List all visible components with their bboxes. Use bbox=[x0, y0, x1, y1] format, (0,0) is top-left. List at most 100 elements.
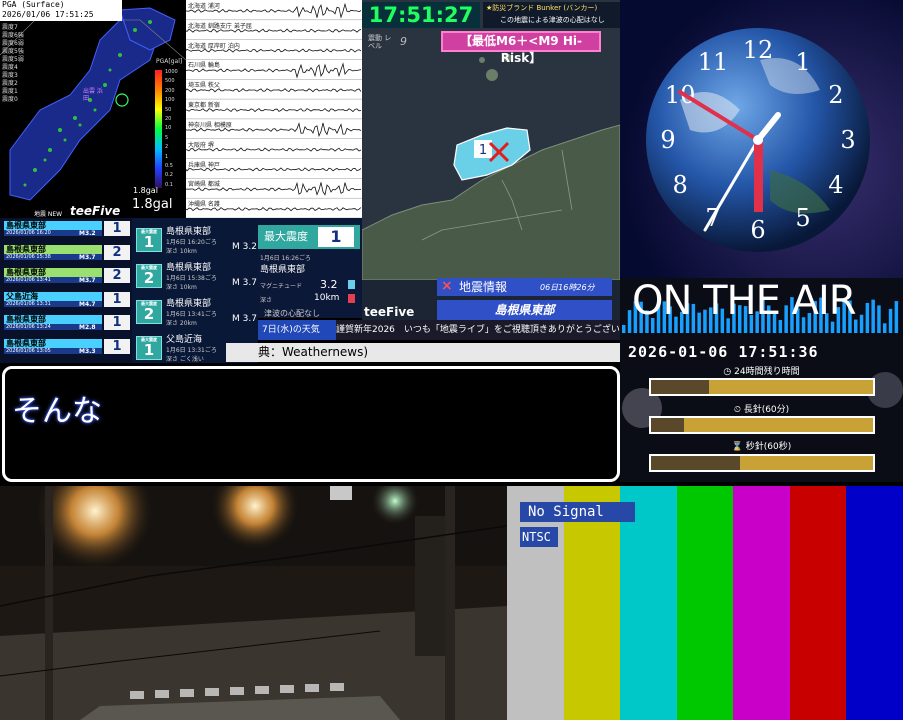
clock-numeral: 12 bbox=[743, 36, 774, 64]
sponsor-line: ★防災ブランド Bunker (バンカー) bbox=[486, 4, 598, 12]
station-label: 宮崎県 都城 bbox=[188, 181, 220, 189]
eq-info-region: 島根県東部 bbox=[437, 300, 612, 320]
scale-label: 0.2 bbox=[165, 172, 173, 179]
weather-tag: 7日(水)の天気 bbox=[258, 320, 336, 340]
magnitude-value: 3.2 bbox=[320, 278, 338, 291]
clock-numeral: 3 bbox=[840, 126, 855, 154]
pga-timestamp: 2026/01/06 17:51:25 bbox=[2, 10, 94, 19]
site-label: 出雲 浜田 bbox=[83, 88, 103, 102]
broadcast-note: ★防災ブランド Bunker (バンカー) この地震による津波の心配はなし bbox=[483, 2, 620, 28]
card-badge-value: 2 bbox=[143, 305, 155, 323]
equalizer-bar bbox=[622, 325, 626, 333]
station-label: 石川県 輪島 bbox=[188, 62, 220, 70]
scale-label: 20 bbox=[165, 116, 172, 123]
legend-item: 震度6強 bbox=[2, 32, 24, 39]
clock-numeral: 11 bbox=[698, 48, 729, 76]
clock-numeral: 6 bbox=[750, 216, 765, 244]
legend-item: 震度5強 bbox=[2, 48, 24, 55]
card-depth: 深さ 20km bbox=[166, 320, 197, 327]
history-row[interactable]: 島根県東部 2026/01/06 13:24 M2.8 1 bbox=[4, 315, 130, 331]
station-label: 神奈川県 相模原 bbox=[188, 121, 232, 129]
scale-label: 1000 bbox=[165, 69, 178, 75]
risk-badge: 【最低M6＋<M9 Hi-Risk】 bbox=[441, 31, 601, 65]
legend-item: 震度5弱 bbox=[2, 56, 24, 63]
progress-24h-fill bbox=[651, 380, 709, 394]
history-place: 島根県東部 bbox=[4, 315, 102, 324]
scale-label: 0.1 bbox=[165, 181, 173, 188]
shaking-level-label: 震動 レベル bbox=[368, 34, 392, 50]
scale-label: 50 bbox=[165, 106, 172, 113]
card-badge-label: 最大震度 bbox=[141, 265, 157, 270]
scale-label: 1 bbox=[165, 153, 169, 160]
eq-info-mark-icon: × bbox=[441, 278, 453, 294]
pga-color-scale bbox=[155, 70, 162, 188]
history-place: 島根県東部 bbox=[4, 221, 102, 230]
depth-label: 深さ bbox=[260, 297, 273, 304]
progress-second bbox=[649, 454, 875, 472]
region-brand: teeFive bbox=[364, 305, 415, 319]
scale-label: 200 bbox=[165, 87, 175, 94]
card-intensity-badge: 最大震度 1 bbox=[136, 228, 162, 252]
clock-numeral: 8 bbox=[672, 171, 687, 199]
clock-numeral: 9 bbox=[660, 126, 675, 154]
station-label: 埼玉県 秩父 bbox=[188, 82, 220, 90]
card-time: 1月6日 13:31ごろ bbox=[166, 347, 217, 354]
history-intensity: 1 bbox=[104, 221, 130, 236]
pga-title: PGA (Surface) bbox=[2, 0, 65, 9]
station-label: 沖縄県 名護 bbox=[188, 201, 220, 209]
card-depth: 深さ 10km bbox=[166, 248, 197, 255]
quake-card[interactable]: 最大震度 2 島根県東部 1月6日 15:38ごろ 深さ 10km M 3.7 bbox=[132, 260, 258, 294]
caption-text: そんな bbox=[12, 394, 102, 429]
color-bar bbox=[846, 486, 903, 720]
clock-numeral: 10 bbox=[665, 81, 696, 109]
no-signal-label: No Signal bbox=[520, 502, 635, 522]
history-row[interactable]: 島根県東部 2026/01/06 13:41 M3.7 2 bbox=[4, 268, 130, 284]
legend-item: 震度0 bbox=[2, 96, 18, 103]
bar-label-24h: ◷ 24時間残り時間 bbox=[723, 367, 800, 377]
history-magnitude: M3.7 bbox=[79, 277, 96, 284]
clock-numeral: 5 bbox=[795, 204, 810, 232]
history-row[interactable]: 島根県東部 2026/01/06 15:38 M3.7 2 bbox=[4, 244, 130, 261]
news-ticker: 謹賀新年2026 いつも「地震ライブ」をご視聴頂きありがとうございます! bbox=[336, 320, 620, 340]
shaking-level-value: 9 bbox=[400, 35, 407, 48]
history-place: 島根県東部 bbox=[4, 244, 102, 254]
history-place: 島根県東部 bbox=[4, 338, 102, 348]
history-place: 島根県東部 bbox=[4, 268, 102, 277]
depth-swatch bbox=[348, 294, 355, 303]
station-label: 北海道 厚岸町 泊内 bbox=[188, 42, 240, 50]
progress-minute bbox=[649, 416, 875, 434]
station-label: 北海道 釧路支庁 弟子屈 bbox=[188, 22, 252, 30]
station-label: 北海道 浦河 bbox=[188, 3, 220, 10]
card-magnitude: M 3.7 bbox=[232, 314, 257, 324]
source-credit: 典：Weathernews) bbox=[226, 343, 620, 362]
history-row[interactable]: 父島近海 2026/01/06 13:31 M4.7 1 bbox=[4, 291, 130, 308]
history-row[interactable]: 島根県東部 2026/01/06 13:05 M3.3 1 bbox=[4, 338, 130, 355]
tsunami-line: この地震による津波の心配はなし bbox=[500, 16, 605, 24]
pga-new-label: 地震 NEW bbox=[34, 211, 63, 218]
depth-value: 10km bbox=[314, 293, 340, 303]
station-label: 東京都 新宿 bbox=[188, 102, 220, 110]
history-intensity: 1 bbox=[104, 315, 130, 330]
quake-history-list: 島根県東部 2026/01/06 16:20 M3.2 1 島根県東部 2026/01/0… bbox=[0, 218, 132, 363]
analog-clock: 121234567891011 bbox=[620, 0, 903, 278]
max-intensity-value: 1 bbox=[318, 227, 354, 247]
card-badge-value: 1 bbox=[143, 341, 155, 359]
scale-label: 100 bbox=[165, 97, 175, 104]
card-time: 1月6日 13:41ごろ bbox=[166, 311, 217, 318]
tsunami-status: 津波の心配なし bbox=[264, 309, 320, 318]
scale-label: 2 bbox=[165, 144, 169, 151]
quake-card[interactable]: 最大震度 1 島根県東部 1月6日 16:20ごろ 深さ 10km M 3.2 bbox=[132, 224, 258, 258]
legend-item: 震度4 bbox=[2, 64, 18, 71]
card-badge-label: 最大震度 bbox=[141, 301, 157, 306]
bar-label-second: ⌛ 秒針(60秒) bbox=[731, 442, 792, 452]
legend-item: 震度3 bbox=[2, 72, 18, 79]
max-intensity-place: 島根県東部 bbox=[260, 265, 306, 275]
history-row[interactable]: 島根県東部 2026/01/06 16:20 M3.2 1 bbox=[4, 221, 130, 237]
street-scene bbox=[0, 486, 507, 720]
quake-card[interactable]: 最大震度 2 島根県東部 1月6日 13:41ごろ 深さ 20km M 3.7 bbox=[132, 296, 258, 330]
analog-clock-panel: 121234567891011 bbox=[620, 0, 903, 278]
card-depth: 深さ 10km bbox=[166, 284, 197, 291]
card-time: 1月6日 16:20ごろ bbox=[166, 239, 217, 246]
pga-brand: teeFive bbox=[70, 204, 121, 218]
clock-numeral: 4 bbox=[828, 171, 843, 199]
